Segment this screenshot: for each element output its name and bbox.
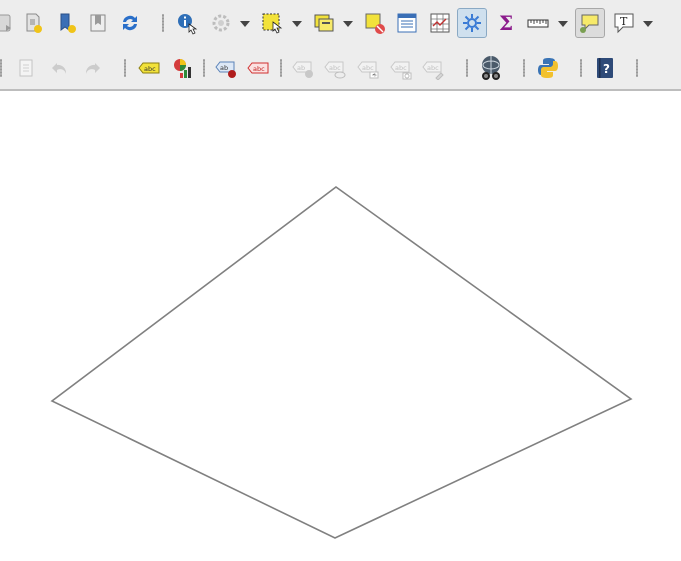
- open-attribute-table-icon[interactable]: [392, 8, 422, 38]
- redo-icon[interactable]: [77, 53, 107, 83]
- chevron-down-icon[interactable]: [240, 21, 250, 27]
- toolbar-separator: [580, 59, 582, 77]
- chevron-down-icon[interactable]: [643, 21, 653, 27]
- layer-labeling-options-icon[interactable]: abc: [134, 53, 164, 83]
- svg-text:abc: abc: [395, 64, 407, 72]
- map-canvas[interactable]: [0, 91, 681, 561]
- statistical-summary-icon[interactable]: Σ: [491, 8, 521, 38]
- new-temporary-layer-icon[interactable]: [83, 8, 113, 38]
- map-tips-icon[interactable]: [575, 8, 605, 38]
- toolbar-separator: [124, 59, 126, 77]
- processing-toolbox-icon[interactable]: [457, 8, 487, 38]
- pin-unpin-labels-icon[interactable]: abc: [243, 53, 273, 83]
- svg-text:abc: abc: [362, 64, 374, 72]
- svg-text:ab: ab: [220, 64, 228, 72]
- refresh-icon[interactable]: [115, 8, 145, 38]
- highlight-pinned-labels-icon[interactable]: ab: [211, 53, 241, 83]
- field-calculator-icon[interactable]: [425, 8, 455, 38]
- select-features-icon[interactable]: [257, 8, 287, 38]
- toolbar-separator: [280, 59, 282, 77]
- add-layer-icon-partial[interactable]: [0, 8, 20, 38]
- python-console-icon[interactable]: [533, 53, 563, 83]
- show-hide-labels-icon[interactable]: abc: [320, 53, 350, 83]
- svg-text:Σ: Σ: [499, 11, 513, 35]
- run-feature-action-icon[interactable]: [206, 8, 236, 38]
- svg-text:T: T: [620, 15, 628, 28]
- toolbar-separator: [203, 59, 205, 77]
- help-icon[interactable]: ?: [590, 53, 620, 83]
- current-edits-icon[interactable]: [11, 53, 41, 83]
- chevron-down-icon[interactable]: [292, 21, 302, 27]
- measure-line-icon[interactable]: [523, 8, 553, 38]
- deselect-features-icon[interactable]: [360, 8, 390, 38]
- toolbar-separator: [162, 14, 164, 32]
- rotate-label-icon[interactable]: abc: [386, 53, 416, 83]
- svg-text:?: ?: [603, 62, 610, 76]
- new-shapefile-layer-icon[interactable]: [18, 8, 48, 38]
- move-label-icon[interactable]: abc: [353, 53, 383, 83]
- toolbar-separator: [466, 59, 468, 77]
- toolbar-separator: [523, 59, 525, 77]
- show-hide-labels-icon[interactable]: ab: [288, 53, 318, 83]
- chevron-down-icon[interactable]: [343, 21, 353, 27]
- toolbar-row-2: abc ab abc ab abc abc abc abc ?: [0, 45, 681, 90]
- change-label-icon[interactable]: abc: [418, 53, 448, 83]
- svg-text:abc: abc: [329, 64, 341, 72]
- svg-text:abc: abc: [427, 64, 439, 72]
- undo-icon[interactable]: [45, 53, 75, 83]
- metasearch-icon[interactable]: [476, 53, 506, 83]
- layer-diagram-options-icon[interactable]: [168, 53, 198, 83]
- toolbar-separator: [0, 59, 2, 77]
- identify-features-icon[interactable]: [172, 8, 202, 38]
- toolbar-area: Σ T abc ab abc ab abc abc abc abc ?: [0, 0, 681, 91]
- toolbar-separator: [636, 59, 638, 77]
- svg-text:abc: abc: [144, 65, 156, 73]
- new-geopackage-layer-icon[interactable]: [52, 8, 82, 38]
- diamond-polygon-feature[interactable]: [50, 186, 633, 539]
- chevron-down-icon[interactable]: [558, 21, 568, 27]
- select-by-value-icon[interactable]: [309, 8, 339, 38]
- svg-text:abc: abc: [253, 65, 265, 73]
- text-annotation-icon[interactable]: T: [609, 8, 639, 38]
- toolbar-row-1: Σ T: [0, 0, 681, 45]
- svg-text:ab: ab: [297, 64, 305, 72]
